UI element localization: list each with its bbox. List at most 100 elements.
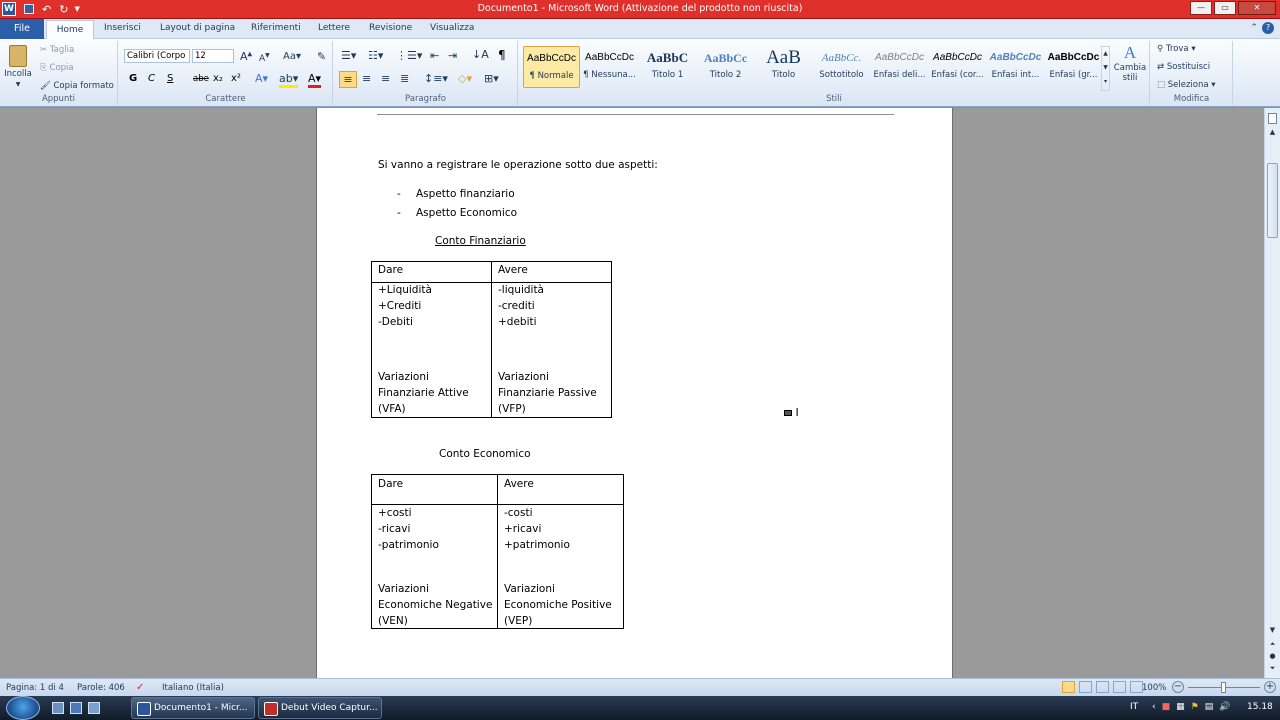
- tab-review[interactable]: Revisione: [369, 23, 412, 33]
- scroll-thumb[interactable]: [1267, 163, 1278, 238]
- cut-button[interactable]: ✂ Taglia: [40, 45, 74, 55]
- start-button[interactable]: [6, 696, 40, 720]
- highlight-icon[interactable]: ab▾: [279, 72, 299, 88]
- outline-icon[interactable]: [1113, 681, 1126, 693]
- style-emphasis[interactable]: AaBbCcDc Enfasi (cor...: [929, 46, 986, 88]
- style-heading-2[interactable]: AaBbCc Titolo 2: [697, 46, 754, 88]
- maximize-button[interactable]: ▭: [1214, 1, 1236, 15]
- zoom-level[interactable]: 100%: [1142, 683, 1166, 693]
- clock[interactable]: 15.18: [1247, 702, 1273, 712]
- show-desktop-icon[interactable]: [52, 702, 64, 714]
- close-button[interactable]: ✕: [1238, 1, 1276, 15]
- language-indicator[interactable]: Italiano (Italia): [162, 683, 224, 693]
- style-intense-emphasis[interactable]: AaBbCcDc Enfasi int...: [987, 46, 1044, 88]
- zoom-out-icon[interactable]: −: [1172, 681, 1184, 693]
- find-button[interactable]: ⚲ Trova ▾: [1157, 44, 1196, 54]
- align-center-icon[interactable]: ≡: [362, 72, 371, 85]
- line-spacing-icon[interactable]: ↕≡▾: [424, 72, 448, 85]
- tab-home[interactable]: Home: [46, 20, 94, 39]
- style-strong[interactable]: AaBbCcDc Enfasi (gr...: [1045, 46, 1102, 88]
- tab-page-layout[interactable]: Layout di pagina: [160, 23, 235, 33]
- numbering-icon[interactable]: ☷▾: [368, 49, 383, 62]
- document-page[interactable]: Si vanno a registrare le operazione sott…: [316, 108, 953, 678]
- decrease-indent-icon[interactable]: ⇤: [430, 49, 439, 62]
- clipboard-group-label: Appunti: [41, 94, 76, 104]
- style-subtle-emphasis[interactable]: AaBbCcDc Enfasi deli...: [871, 46, 928, 88]
- italic-button[interactable]: C: [148, 73, 155, 84]
- volume-icon[interactable]: 🔊: [1219, 702, 1230, 712]
- borders-icon[interactable]: ⊞▾: [484, 72, 499, 85]
- align-left-icon[interactable]: ≡: [339, 71, 357, 88]
- increase-indent-icon[interactable]: ⇥: [448, 49, 457, 62]
- styles-group: AaBbCcDc ¶ Normale AaBbCcDc ¶ Nessuna... A…: [519, 41, 1150, 105]
- word-count[interactable]: Parole: 406: [77, 683, 125, 693]
- subscript-button[interactable]: x₂: [213, 73, 223, 84]
- header-divider: [372, 504, 623, 505]
- full-screen-reading-icon[interactable]: [1079, 681, 1092, 693]
- change-styles-button[interactable]: A Cambia stili: [1113, 43, 1147, 93]
- replace-button[interactable]: ⇄ Sostituisci: [1157, 62, 1210, 72]
- tray-app-icon[interactable]: ■: [1162, 702, 1171, 712]
- proofing-icon[interactable]: ✓: [136, 682, 144, 693]
- font-color-icon[interactable]: A▾: [308, 72, 322, 88]
- mail-icon[interactable]: [88, 702, 100, 714]
- help-icon[interactable]: ?: [1262, 22, 1274, 34]
- copy-button[interactable]: ⎘ Copia: [40, 63, 74, 73]
- text-effects-icon[interactable]: A▾: [255, 72, 268, 85]
- strikethrough-button[interactable]: abe: [193, 74, 209, 84]
- next-page-icon[interactable]: ⏷: [1265, 664, 1280, 676]
- multilevel-list-icon[interactable]: ⋮☰▾: [396, 49, 422, 62]
- style-no-spacing[interactable]: AaBbCcDc ¶ Nessuna...: [581, 46, 638, 88]
- tray-expand-icon[interactable]: ‹: [1152, 702, 1156, 712]
- vertical-scrollbar[interactable]: ▲ ▼ ⏶ ● ⏷: [1264, 108, 1280, 678]
- styles-scroll[interactable]: ▲ ▼ ▾: [1101, 46, 1110, 91]
- scroll-down-arrow[interactable]: ▼: [1265, 626, 1280, 638]
- change-case-icon[interactable]: Aa▾: [283, 51, 301, 62]
- font-name-box[interactable]: Calibri (Corpo: [124, 49, 190, 63]
- bold-button[interactable]: G: [129, 73, 137, 84]
- browse-object-icon[interactable]: ●: [1265, 652, 1280, 664]
- flag-icon[interactable]: ⚑: [1191, 702, 1199, 712]
- pilcrow-icon[interactable]: ¶: [498, 48, 506, 62]
- zoom-in-icon[interactable]: +: [1264, 681, 1276, 693]
- format-painter-button[interactable]: 🖌 Copia formato: [40, 81, 114, 91]
- zoom-slider-thumb[interactable]: [1221, 682, 1226, 693]
- tab-insert[interactable]: Inserisci: [104, 23, 141, 33]
- ruler-toggle-icon[interactable]: [1268, 113, 1277, 124]
- superscript-button[interactable]: x²: [231, 73, 241, 84]
- scroll-up-arrow[interactable]: ▲: [1265, 128, 1280, 140]
- tab-mailings[interactable]: Lettere: [318, 23, 350, 33]
- style-normal[interactable]: AaBbCcDc ¶ Normale: [523, 46, 580, 88]
- select-button[interactable]: ⬚ Seleziona ▾: [1157, 80, 1216, 90]
- tab-file[interactable]: File: [0, 19, 44, 39]
- style-subtitle[interactable]: AaBbCc. Sottotitolo: [813, 46, 870, 88]
- taskbar-item-debut[interactable]: Debut Video Captur...: [258, 697, 382, 719]
- tab-view[interactable]: Visualizza: [430, 23, 474, 33]
- style-heading-1[interactable]: AaBbC Titolo 1: [639, 46, 696, 88]
- grow-font-icon[interactable]: A▲: [240, 50, 252, 63]
- input-language[interactable]: IT: [1130, 702, 1138, 712]
- underline-button[interactable]: S: [167, 73, 173, 84]
- shading-icon[interactable]: ◇▾: [458, 72, 472, 85]
- explorer-icon[interactable]: [70, 702, 82, 714]
- bullets-icon[interactable]: ☰▾: [341, 49, 356, 62]
- taskbar-item-word[interactable]: Documento1 - Micr...: [131, 697, 255, 719]
- tray-network-icon[interactable]: ▦: [1176, 702, 1185, 712]
- web-layout-icon[interactable]: [1096, 681, 1109, 693]
- previous-page-icon[interactable]: ⏶: [1265, 640, 1280, 652]
- ribbon-minimize-icon[interactable]: ⌃: [1250, 23, 1258, 33]
- minimize-button[interactable]: —: [1190, 1, 1212, 15]
- justify-icon[interactable]: ≣: [400, 72, 409, 85]
- print-layout-icon[interactable]: [1062, 681, 1075, 693]
- style-title[interactable]: AaB Titolo: [755, 46, 812, 88]
- shrink-font-icon[interactable]: A▼: [259, 52, 270, 64]
- network-icon[interactable]: ▤: [1205, 702, 1214, 712]
- tab-references[interactable]: Riferimenti: [251, 23, 301, 33]
- clear-format-icon[interactable]: ✎: [317, 50, 326, 63]
- align-right-icon[interactable]: ≡: [381, 72, 390, 85]
- font-size-box[interactable]: 12: [192, 49, 234, 63]
- paste-button[interactable]: Incolla ▼: [3, 43, 33, 93]
- page-count[interactable]: Pagina: 1 di 4: [6, 683, 64, 693]
- sort-icon[interactable]: ↓A: [472, 48, 489, 61]
- document-area[interactable]: Si vanno a registrare le operazione sott…: [0, 108, 1264, 678]
